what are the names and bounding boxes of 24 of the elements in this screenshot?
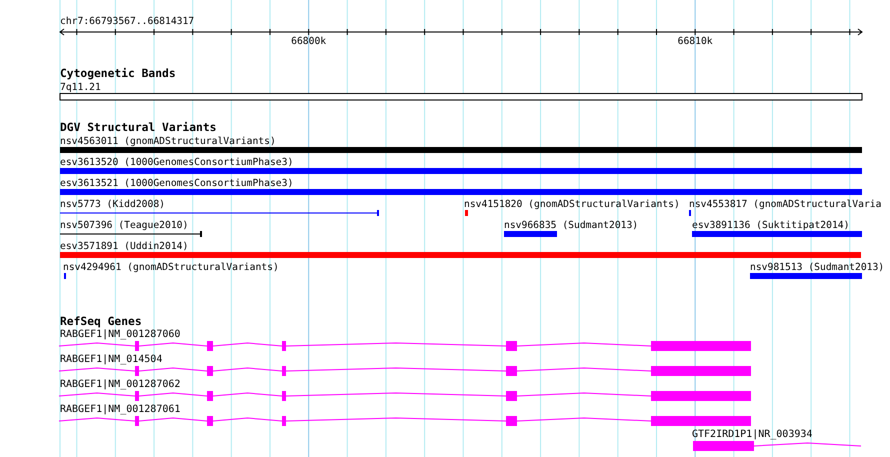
band-label: 7q11.21 [60, 82, 101, 93]
gene-label: RABGEF1|NM_001287061 [60, 404, 180, 415]
tick-label: 66800k [291, 36, 326, 47]
variant-label: esv3613520 (1000GenomesConsortiumPhase3) [60, 157, 294, 168]
track-title: DGV Structural Variants [60, 121, 216, 134]
variant-label: esv3891136 (Suktitipat2014) [692, 220, 850, 231]
variant-label: nsv4151820 (gnomADStructuralVariants) [464, 199, 680, 210]
variant-label: nsv981513 (Sudmant2013) [750, 262, 884, 273]
variant-label: esv3613521 (1000GenomesConsortiumPhase3) [60, 178, 294, 189]
gene-label: RABGEF1|NM_001287062 [60, 379, 180, 390]
gene-label: RABGEF1|NM_001287060 [60, 329, 180, 340]
tick-label: 66810k [678, 36, 713, 47]
variant-label: nsv5773 (Kidd2008) [60, 199, 165, 210]
track-title: RefSeq Genes [60, 315, 142, 328]
variant-label: nsv4563011 (gnomADStructuralVariants) [60, 136, 276, 147]
variant-label: nsv507396 (Teague2010) [60, 220, 188, 231]
variant-label: nsv4294961 (gnomADStructuralVariants) [63, 262, 279, 273]
variant-label: nsv966835 (Sudmant2013) [504, 220, 638, 231]
gene-label: RABGEF1|NM_014504 [60, 354, 162, 365]
gene-label: GTF2IRD1P1|NR_003934 [692, 429, 812, 440]
track-title: Cytogenetic Bands [60, 67, 176, 80]
variant-label: nsv4553817 (gnomADStructuralVaria [689, 199, 882, 210]
location-label: chr7:66793567..66814317 [60, 16, 194, 27]
variant-label: esv3571891 (Uddin2014) [60, 241, 188, 252]
